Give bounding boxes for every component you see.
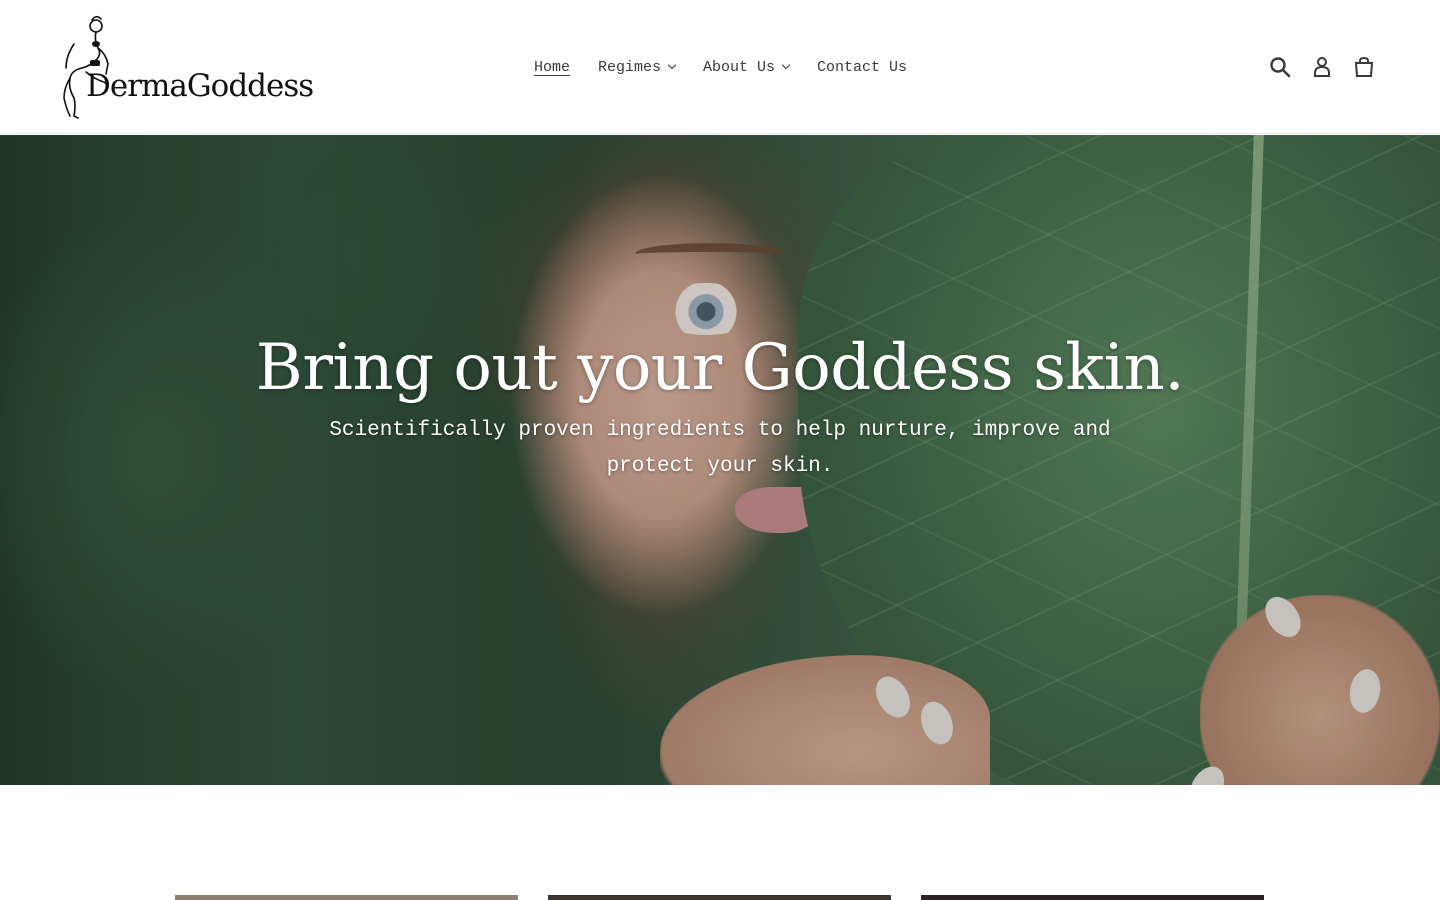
nav-item-label: Home xyxy=(534,58,571,76)
nav-item-regimes[interactable]: Regimes xyxy=(584,57,689,78)
hero-title: Bring out your Goddess skin. xyxy=(255,331,1185,405)
cart-icon xyxy=(1354,56,1374,77)
cart-button[interactable] xyxy=(1352,54,1376,80)
collection-card[interactable] xyxy=(175,895,518,900)
collection-card[interactable] xyxy=(548,895,891,900)
chevron-down-icon xyxy=(667,60,677,70)
nav-item-home[interactable]: Home xyxy=(520,57,584,78)
header-actions xyxy=(1268,54,1376,80)
nav-item-label: About Us xyxy=(703,58,776,76)
hero-subtitle: Scientifically proven ingredients to hel… xyxy=(329,419,1111,478)
nav-item-about-us[interactable]: About Us xyxy=(689,57,803,78)
site-header: DermaGoddess Home Regimes About Us Conta… xyxy=(0,0,1440,134)
brand-wordmark: DermaGoddess xyxy=(86,68,314,104)
chevron-down-icon xyxy=(781,60,791,70)
nav-item-label: Contact Us xyxy=(817,58,908,76)
nav-item-label: Regimes xyxy=(598,58,662,76)
account-button[interactable] xyxy=(1310,54,1334,80)
collection-card[interactable] xyxy=(921,895,1264,900)
brand-logo[interactable]: DermaGoddess xyxy=(56,14,314,122)
search-button[interactable] xyxy=(1268,54,1292,80)
featured-collections xyxy=(175,895,1265,900)
search-icon xyxy=(1270,57,1291,78)
account-icon xyxy=(1314,57,1330,77)
hero-banner: Bring out your Goddess skin. Scientifica… xyxy=(0,135,1440,785)
main-nav: Home Regimes About Us Contact Us xyxy=(520,54,921,80)
nav-item-contact-us[interactable]: Contact Us xyxy=(803,57,921,78)
